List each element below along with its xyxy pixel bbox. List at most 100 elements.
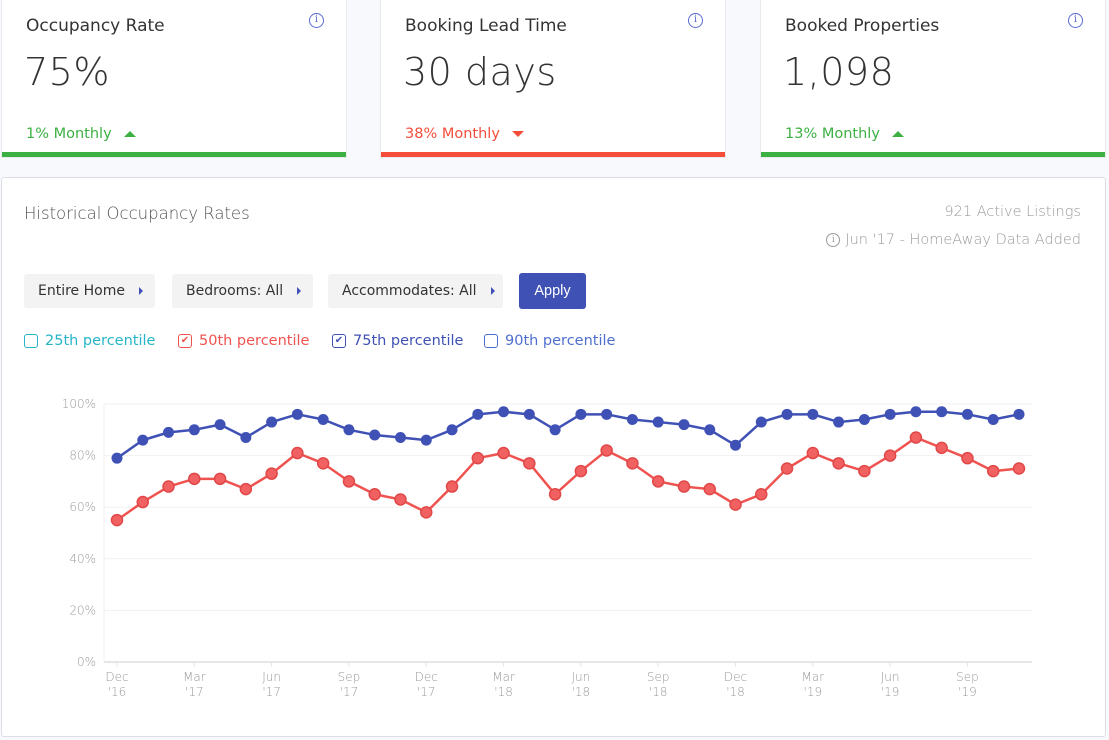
x-tick-label: '18 [572, 685, 591, 699]
data-point [471, 451, 485, 465]
x-tick-label: '17 [185, 685, 204, 699]
data-point [807, 408, 819, 420]
x-tick-label: Jun [881, 670, 900, 684]
data-point [600, 444, 613, 457]
x-tick-label: '17 [417, 685, 436, 699]
data-point [343, 424, 355, 436]
data-point [626, 457, 639, 470]
data-point [780, 462, 794, 475]
data-point [188, 424, 200, 436]
data-point [420, 434, 432, 446]
x-tick-label: Dec [724, 670, 747, 684]
data-point [652, 416, 664, 428]
x-tick-label: '18 [726, 685, 745, 699]
data-point [446, 424, 458, 436]
data-point [986, 464, 1000, 478]
x-tick-label: '18 [494, 685, 513, 699]
data-point [1012, 462, 1026, 475]
data-point [472, 408, 484, 420]
data-point [987, 413, 999, 425]
data-point [394, 432, 406, 444]
y-tick-label: 80% [69, 449, 96, 463]
data-point [961, 451, 974, 465]
x-tick-label: Dec [415, 670, 438, 684]
x-tick-label: Sep [338, 670, 361, 684]
data-point [317, 413, 329, 425]
data-point [935, 441, 948, 455]
data-point [961, 408, 973, 420]
data-point [883, 449, 897, 462]
data-point [342, 475, 356, 488]
x-tick-label: '18 [649, 685, 668, 699]
data-point [832, 457, 845, 470]
y-tick-label: 60% [69, 500, 96, 514]
data-point [162, 480, 175, 493]
series-line-75th-percentile [116, 410, 1020, 460]
data-point [163, 426, 175, 438]
data-point [265, 467, 278, 480]
data-point [291, 446, 304, 460]
data-point [214, 419, 226, 431]
data-point [445, 480, 459, 493]
data-point [884, 408, 896, 420]
data-point [213, 472, 227, 486]
x-tick-label: '17 [340, 685, 359, 699]
data-point [368, 488, 381, 501]
data-point [291, 408, 303, 420]
data-point [498, 406, 510, 418]
data-point [523, 408, 535, 420]
data-point [626, 413, 638, 425]
data-point [111, 452, 123, 464]
data-point [266, 416, 278, 428]
data-point [420, 506, 433, 519]
data-point [188, 472, 201, 486]
data-point [755, 416, 767, 428]
data-point [833, 416, 845, 428]
data-point [730, 439, 742, 451]
data-point [575, 408, 587, 420]
data-point [548, 488, 562, 501]
data-point [781, 408, 793, 420]
x-tick-label: Jun [572, 670, 591, 684]
data-point [239, 482, 253, 496]
data-point [651, 475, 665, 488]
occupancy-line-chart: 0%20%40%60%80%100%Dec'16Mar'17Jun'17Sep'… [62, 397, 1032, 699]
x-tick-label: Sep [956, 670, 979, 684]
data-point [806, 446, 820, 460]
data-point [394, 493, 407, 506]
y-tick-label: 20% [69, 603, 96, 617]
data-point [677, 480, 691, 493]
data-point [755, 488, 768, 501]
x-tick-label: Mar [802, 670, 825, 684]
y-tick-label: 100% [62, 397, 96, 411]
y-tick-label: 40% [69, 552, 96, 566]
data-point [909, 431, 923, 444]
series-line-50th-percentile [116, 436, 1020, 522]
data-point [523, 457, 536, 470]
y-tick-label: 0% [77, 655, 96, 669]
data-point [703, 482, 716, 496]
data-point [858, 413, 870, 425]
x-tick-label: Mar [492, 670, 515, 684]
x-tick-label: Sep [647, 670, 670, 684]
data-point [704, 424, 716, 436]
x-tick-label: '16 [108, 685, 127, 699]
data-point [497, 446, 510, 460]
data-point [549, 424, 561, 436]
data-point [369, 429, 381, 441]
data-point [574, 464, 588, 478]
data-point [936, 406, 948, 418]
x-tick-label: '17 [262, 685, 281, 699]
x-tick-label: '19 [881, 685, 900, 699]
data-point [316, 457, 330, 470]
data-point [110, 513, 124, 527]
data-point [1013, 408, 1025, 420]
data-point [910, 406, 922, 418]
data-point [729, 498, 742, 511]
x-tick-label: '19 [804, 685, 823, 699]
x-tick-label: Dec [105, 670, 128, 684]
x-tick-label: '19 [958, 685, 977, 699]
data-point [601, 408, 613, 420]
data-point [137, 434, 149, 446]
data-point [678, 419, 690, 431]
